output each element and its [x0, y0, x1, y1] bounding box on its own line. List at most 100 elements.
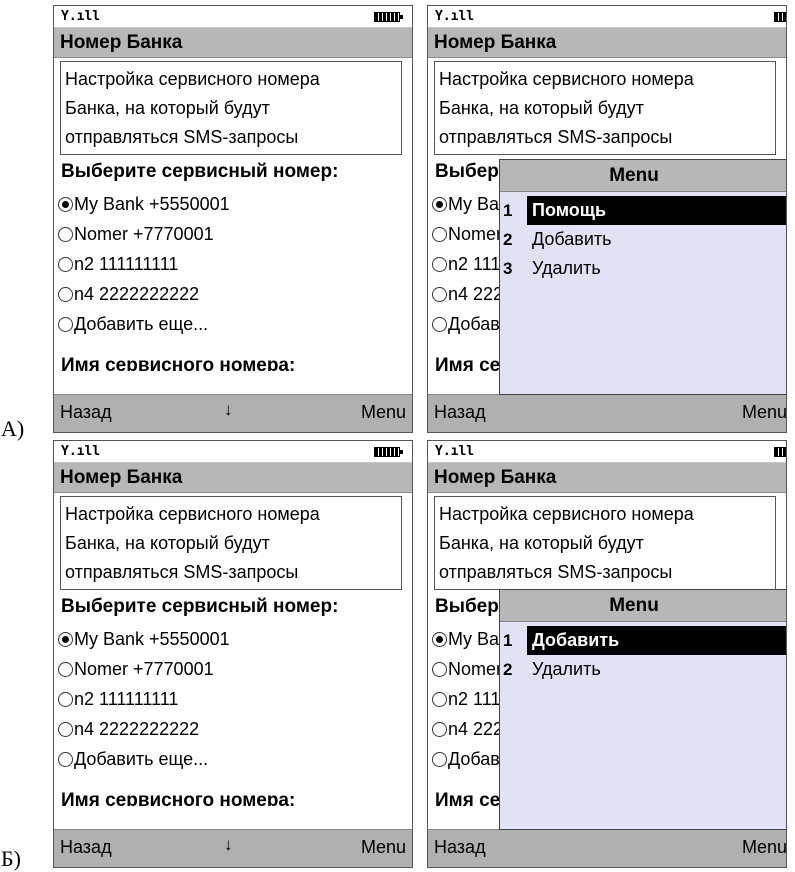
radio-option[interactable]: Nomer +7770001	[58, 654, 214, 684]
radio-unchecked-icon	[58, 752, 73, 767]
screen-title: Номер Банка	[54, 463, 412, 493]
menu-item-number: 1	[503, 631, 513, 650]
radio-option[interactable]: n2 111111111	[58, 249, 178, 279]
phone-screen-b-menu: Y.ıll Номер Банка Настройка сервисного н…	[427, 440, 787, 868]
menu-item-delete[interactable]: 3 Удалить	[500, 254, 786, 283]
menu-softkey[interactable]: Menu	[361, 402, 406, 423]
signal-icon: Y.ıll	[61, 444, 101, 459]
radio-checked-icon	[432, 632, 447, 647]
menu-title: Menu	[500, 160, 786, 192]
info-line: отправляться SMS-запросы	[65, 562, 299, 582]
signal-icon: Y.ıll	[435, 444, 475, 459]
info-line: Настройка сервисного номера	[439, 504, 694, 524]
menu-item-label: Помощь	[527, 196, 786, 225]
status-bar: Y.ıll	[54, 6, 412, 28]
option-label: n2 111111111	[74, 254, 179, 274]
phone-screen-a-menu: Y.ıll Номер Банка Настройка сервисного н…	[427, 5, 787, 433]
phone-screen-a-main: Y.ıll Номер Банка Настройка сервисного н…	[53, 5, 413, 433]
menu-item-help[interactable]: 1 Помощь	[500, 196, 786, 225]
menu-softkey[interactable]: Menu	[742, 837, 786, 858]
info-line: Банка, на который будут	[65, 98, 270, 118]
info-line: Настройка сервисного номера	[65, 69, 320, 89]
soft-key-bar: Назад ↓ Menu	[54, 829, 412, 867]
option-label: My Bank +5550001	[74, 629, 230, 649]
screen-title: Номер Банка	[428, 28, 786, 58]
scroll-down-icon: ↓	[224, 400, 233, 419]
radio-option[interactable]: Добавить еще...	[58, 309, 208, 339]
battery-icon	[374, 12, 403, 22]
info-line: Настройка сервисного номера	[65, 504, 320, 524]
radio-checked-icon	[432, 197, 447, 212]
menu-item-number: 1	[503, 201, 513, 220]
menu-item-label: Добавить	[532, 229, 612, 249]
menu-item-add[interactable]: 2 Добавить	[500, 225, 786, 254]
info-line: Банка, на который будут	[65, 533, 270, 553]
menu-item-number: 2	[503, 660, 513, 679]
service-name-label: Имя сервисного номера:	[61, 790, 296, 806]
menu-item-number: 3	[503, 259, 513, 278]
choose-number-label: Выберите сервисный номер:	[61, 161, 339, 182]
radio-option[interactable]: n2 111111111	[58, 684, 178, 714]
radio-unchecked-icon	[58, 227, 73, 242]
radio-unchecked-icon	[432, 662, 447, 677]
option-label: Добавить еще...	[74, 314, 209, 334]
radio-unchecked-icon	[432, 752, 447, 767]
phone-screen-b-main: Y.ıll Номер Банка Настройка сервисного н…	[53, 440, 413, 868]
radio-unchecked-icon	[432, 257, 447, 272]
radio-unchecked-icon	[58, 692, 73, 707]
back-softkey[interactable]: Назад	[60, 402, 112, 423]
figure-label-a: А)	[1, 416, 25, 441]
figure-label-b: Б)	[1, 846, 21, 871]
menu-item-delete[interactable]: 2 Удалить	[500, 655, 786, 684]
radio-unchecked-icon	[432, 227, 447, 242]
menu-softkey[interactable]: Menu	[361, 837, 406, 858]
options-menu: Menu 1 Добавить 2 Удалить	[499, 589, 786, 830]
screen-title: Номер Банка	[428, 463, 786, 493]
radio-checked-icon	[58, 197, 73, 212]
battery-icon	[374, 447, 403, 457]
option-label: My Bank +5550001	[74, 194, 230, 214]
radio-option[interactable]: n4 2222222222	[58, 714, 199, 744]
battery-icon	[774, 447, 786, 457]
option-label: n4 2222222222	[74, 719, 200, 739]
soft-key-bar: Назад Menu	[428, 394, 786, 432]
radio-unchecked-icon	[432, 287, 447, 302]
info-line: отправляться SMS-запросы	[439, 562, 673, 582]
radio-option[interactable]: Nomer +7770001	[58, 219, 214, 249]
menu-item-label: Удалить	[532, 258, 601, 278]
menu-item-label: Добавить	[527, 626, 786, 655]
signal-icon: Y.ıll	[61, 9, 101, 24]
info-box: Настройка сервисного номера Банка, на ко…	[60, 496, 402, 590]
radio-option[interactable]: My Bank +5550001	[58, 624, 230, 654]
radio-unchecked-icon	[58, 257, 73, 272]
soft-key-bar: Назад ↓ Menu	[54, 394, 412, 432]
option-label: n2 111111111	[74, 689, 179, 709]
menu-title: Menu	[500, 590, 786, 622]
status-bar: Y.ıll	[428, 441, 786, 463]
back-softkey[interactable]: Назад	[60, 837, 112, 858]
back-softkey[interactable]: Назад	[434, 402, 486, 423]
info-line: отправляться SMS-запросы	[439, 127, 673, 147]
option-label: Nomer +7770001	[74, 659, 214, 679]
menu-softkey[interactable]: Menu	[742, 402, 786, 423]
option-label: Nomer +7770001	[74, 224, 214, 244]
radio-unchecked-icon	[58, 317, 73, 332]
info-line: Настройка сервисного номера	[439, 69, 694, 89]
service-name-label: Имя сервисного номера:	[61, 355, 296, 371]
radio-option[interactable]: n4 2222222222	[58, 279, 199, 309]
info-box: Настройка сервисного номера Банка, на ко…	[434, 496, 776, 590]
status-bar: Y.ıll	[54, 441, 412, 463]
option-label: n4 2222222222	[74, 284, 200, 304]
menu-item-number: 2	[503, 230, 513, 249]
screen-title: Номер Банка	[54, 28, 412, 58]
info-line: Банка, на который будут	[439, 98, 644, 118]
radio-unchecked-icon	[58, 722, 73, 737]
radio-option[interactable]: My Bank +5550001	[58, 189, 230, 219]
back-softkey[interactable]: Назад	[434, 837, 486, 858]
choose-number-label: Выберите сервисный номер:	[61, 596, 339, 617]
radio-option[interactable]: Добавить еще...	[58, 744, 208, 774]
menu-item-add[interactable]: 1 Добавить	[500, 626, 786, 655]
info-line: отправляться SMS-запросы	[65, 127, 299, 147]
battery-icon	[774, 12, 786, 22]
info-box: Настройка сервисного номера Банка, на ко…	[434, 61, 776, 155]
